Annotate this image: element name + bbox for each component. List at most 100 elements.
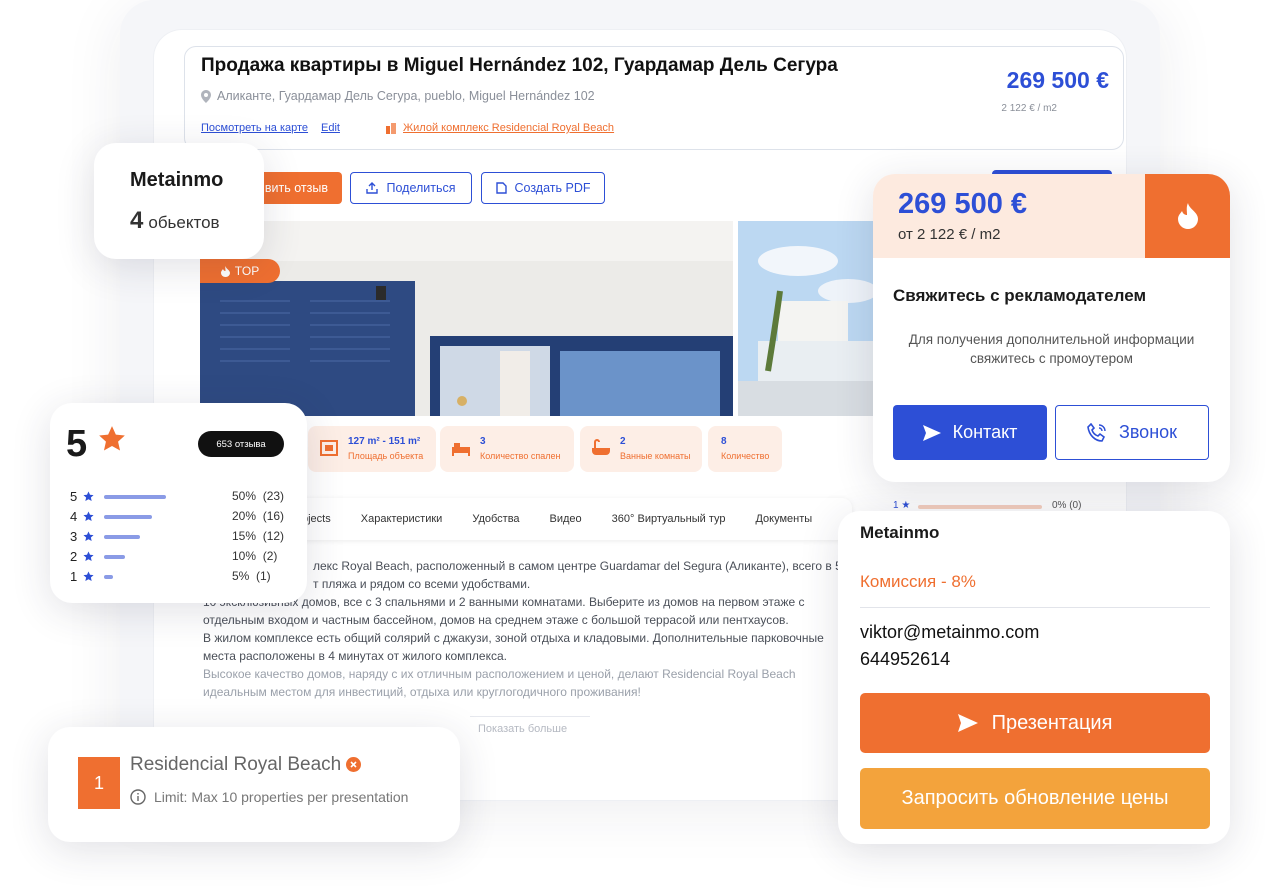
star-icon [99, 426, 125, 451]
description-line: идеальным местом для инвестиций, отдыха … [203, 685, 641, 699]
request-price-update-button[interactable]: Запросить обновление цены [860, 768, 1210, 829]
rating-count: (1) [256, 569, 271, 583]
description-line: места расположены в 4 минутах от жилого … [203, 649, 507, 663]
feature-label: Количество [721, 451, 770, 461]
secondary-photo[interactable] [738, 221, 888, 416]
presentation-index: 1 [78, 757, 120, 809]
feature-bathrooms: 2 Ванные комнаты [580, 426, 702, 472]
remove-icon[interactable] [346, 757, 361, 772]
create-pdf-button[interactable]: Создать PDF [481, 172, 605, 204]
edit-link[interactable]: Edit [321, 122, 340, 134]
contact-price-box: 269 500 € от 2 122 € / m2 [873, 174, 1145, 258]
tab-documents[interactable]: Документы [755, 513, 812, 525]
top-badge: TOP [200, 259, 280, 283]
rating-bar [104, 575, 113, 579]
contact-heading: Свяжитесь с рекламодателем [893, 286, 1147, 305]
rating-star-number: 2 [70, 549, 78, 564]
feature-label: Ванные комнаты [620, 451, 691, 461]
feature-label: Количество спален [480, 451, 561, 461]
rating-card: 5 653 отзыва 5 50% (23) 4 20% (16) 3 15% (12)… [50, 403, 307, 603]
feature-label: Площадь объекта [348, 451, 424, 461]
object-count: 4 [130, 207, 144, 234]
page-title: Продажа квартиры в Miguel Hernández 102,… [201, 55, 838, 76]
rating-star-number: 3 [70, 529, 78, 544]
share-button-label: Поделиться [386, 181, 456, 195]
info-icon [130, 789, 146, 805]
rating-pct: 50% [232, 489, 257, 503]
rating-bar [104, 515, 152, 519]
contact-price: 269 500 € [898, 188, 1028, 220]
agent-name: Metainmo [860, 523, 940, 542]
tab-characteristics[interactable]: Характеристики [361, 513, 443, 525]
contact-description-line: Для получения дополнительной информации [908, 332, 1195, 347]
bg-rating-pct: 0% (0) [1052, 500, 1082, 511]
send-icon [957, 714, 978, 732]
bg-rating-bar [918, 505, 1042, 509]
tab-video[interactable]: Видео [550, 513, 582, 525]
rating-row: 5 50% (23) [70, 488, 290, 506]
rating-pct: 15% [232, 529, 257, 543]
fire-icon [1177, 203, 1198, 229]
bed-icon [452, 443, 470, 456]
rating-pct: 5% [232, 569, 250, 583]
area-icon [320, 440, 338, 456]
listing-header: Продажа квартиры в Miguel Hernández 102,… [184, 46, 1124, 150]
rating-row: 1 5% (1) [70, 568, 290, 586]
listing-address: Аликанте, Гуардамар Дель Сегура, pueblo,… [201, 89, 595, 103]
interior-photo [200, 221, 733, 416]
view-on-map-link[interactable]: Посмотреть на карте [201, 122, 308, 134]
agency-card[interactable]: Metainmo 4 обьектов [94, 143, 264, 259]
listing-tabs: bjects Характеристики Удобства Видео 360… [292, 498, 852, 540]
contact-button-label: Контакт [952, 422, 1018, 442]
rating-count: (16) [262, 509, 285, 523]
presentation-item-name: Residencial Royal Beach [130, 754, 342, 775]
listing-price: 269 500 € [1006, 67, 1109, 93]
star-icon [83, 531, 94, 542]
tab-virtual-tour[interactable]: 360° Виртуальный тур [612, 513, 726, 525]
complex-link-label: Жилой комплекс Residencial Royal Beach [403, 122, 615, 134]
show-more-link[interactable]: Показать больше [478, 723, 567, 735]
rating-star-number: 5 [70, 489, 78, 504]
call-button[interactable]: Звонок [1055, 405, 1209, 460]
object-count-label: обьектов [148, 213, 220, 232]
rating-percent: 15% (12) [232, 529, 284, 543]
pdf-button-label: Создать PDF [514, 181, 591, 195]
tab-amenities[interactable]: Удобства [472, 513, 519, 525]
rating-percent: 20% (16) [232, 509, 284, 523]
agent-email[interactable]: viktor@metainmo.com [860, 622, 1039, 643]
rating-score: 5 [66, 423, 88, 465]
rating-row: 3 15% (12) [70, 528, 290, 546]
rating-percent: 50% (23) [232, 489, 284, 503]
star-icon [83, 511, 94, 522]
share-button[interactable]: Поделиться [350, 172, 472, 204]
commission-text: Комиссия - 8% [860, 572, 976, 591]
send-icon [922, 424, 941, 441]
bg-rating-label: 1 ★ [893, 500, 911, 511]
feature-area: 127 m² - 151 m² Площадь объекта [308, 426, 436, 472]
agent-phone[interactable]: 644952614 [860, 649, 950, 670]
feature-value: 8 [721, 436, 727, 447]
contact-description-line: свяжитесь с промоутером [970, 351, 1133, 366]
rating-row: 4 20% (16) [70, 508, 290, 526]
contact-price-per-m2: от 2 122 € / m2 [898, 226, 1001, 243]
presentation-button-label: Презентация [991, 711, 1113, 734]
contact-button[interactable]: Контакт [893, 405, 1047, 460]
feature-value: 2 [620, 436, 626, 447]
presentation-card: 1 Residencial Royal Beach Limit: Max 10 … [48, 727, 460, 842]
limit-info: Limit: Max 10 properties per presentatio… [130, 789, 408, 805]
hot-offer-box [1145, 174, 1230, 258]
main-photo[interactable] [200, 221, 733, 416]
description-line: Высокое качество домов, наряду с их отли… [203, 667, 796, 681]
residential-complex-link[interactable]: Жилой комплекс Residencial Royal Beach [385, 122, 614, 134]
limit-text: Limit: Max 10 properties per presentatio… [154, 789, 409, 805]
rating-percent: 10% (2) [232, 549, 277, 563]
listing-price-per-m2: 2 122 € / m2 [1001, 103, 1057, 114]
top-badge-label: TOP [234, 264, 260, 278]
presentation-button[interactable]: Презентация [860, 693, 1210, 753]
divider [470, 716, 590, 717]
pdf-icon [495, 182, 507, 194]
agency-name: Metainmo [130, 169, 224, 191]
exterior-photo [738, 221, 888, 416]
location-pin-icon [201, 89, 211, 103]
feature-value: 127 m² - 151 m² [348, 436, 421, 447]
